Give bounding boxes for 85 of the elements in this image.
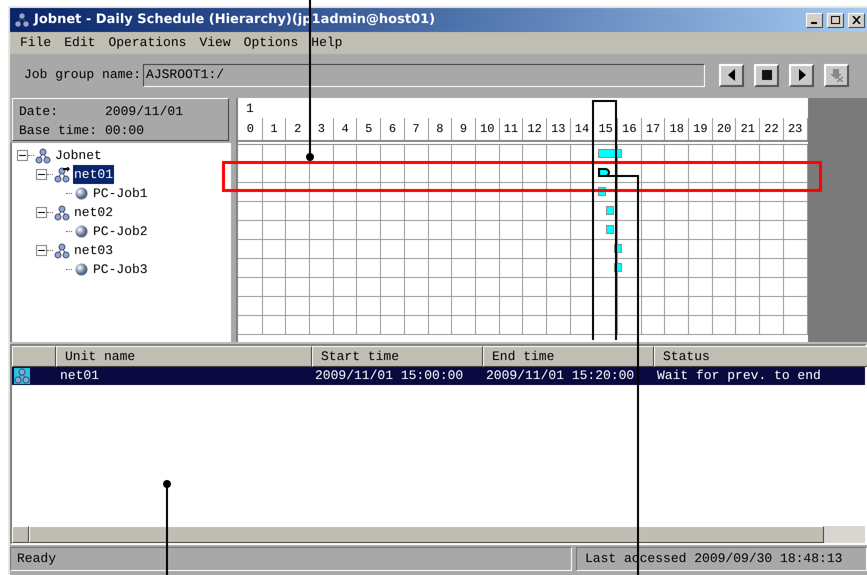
hour-label: 7 [404, 118, 428, 140]
collapse-toggle[interactable] [36, 245, 47, 256]
date-value: 2009/11/01 [105, 103, 184, 121]
field-label: Job group name: [24, 66, 142, 84]
hour-label: 18 [665, 118, 690, 140]
hour-label: 14 [570, 118, 594, 140]
network-arrow-icon [54, 166, 70, 182]
menu-item[interactable]: Options [244, 33, 298, 53]
schedule-bar[interactable] [598, 149, 622, 158]
menu-item[interactable]: Help [311, 33, 342, 53]
column-header[interactable] [12, 346, 56, 367]
hour-label: 5 [357, 118, 382, 140]
minus-icon [38, 171, 45, 178]
collapse-toggle[interactable] [36, 207, 47, 218]
hour-label: 4 [334, 118, 358, 140]
hour-label: 22 [760, 118, 784, 140]
menu-item[interactable]: View [199, 33, 231, 53]
hour-label: 15 [594, 118, 618, 140]
hour-label: 9 [452, 118, 476, 140]
hour-label: 8 [428, 118, 452, 140]
minus-icon [38, 209, 45, 216]
horizontal-scrollbar[interactable] [12, 526, 865, 543]
network-icon [54, 242, 70, 258]
close-button[interactable] [848, 12, 865, 28]
hour-label: 10 [476, 118, 500, 140]
minus-icon [38, 247, 45, 254]
list-row[interactable]: net01 2009/11/01 15:00:00 2009/11/01 15:20:00 Wait for prev. to end [12, 367, 865, 385]
table-cell-text: 2009/11/01 15:20:00 [485, 367, 636, 386]
hour-label: 21 [736, 118, 760, 140]
schedule-bar[interactable] [598, 168, 610, 177]
menu-item[interactable]: Edit [64, 33, 96, 53]
collapse-toggle[interactable] [17, 150, 28, 161]
tree-item[interactable]: net03 [73, 240, 114, 260]
hour-label: 12 [523, 118, 547, 140]
export-button[interactable] [824, 64, 850, 86]
column-header[interactable]: Status [654, 346, 867, 367]
hour-label: 13 [546, 118, 571, 140]
column-header[interactable]: End time [483, 346, 654, 367]
day-label: 1 [246, 100, 254, 118]
minus-icon [19, 152, 26, 159]
menu-item[interactable]: Operations [108, 33, 186, 53]
right-triangle-button[interactable] [789, 64, 814, 86]
tree-item[interactable]: PC-Job2 [92, 222, 149, 242]
tree-item[interactable]: Jobnet [54, 146, 103, 166]
left-triangle-button[interactable] [719, 64, 744, 86]
network-icon [14, 12, 30, 28]
export-icon [830, 68, 844, 82]
base-time-value: 00:00 [105, 122, 146, 140]
collapse-toggle[interactable] [36, 169, 47, 180]
network-icon [54, 204, 70, 220]
hour-label: 19 [689, 118, 713, 140]
stop-button[interactable] [754, 64, 780, 86]
tree-item[interactable]: PC-Job1 [92, 184, 149, 204]
hour-label: 3 [310, 118, 334, 140]
menu-item[interactable]: File [20, 33, 52, 53]
sphere-icon [74, 225, 88, 238]
stop-icon [760, 68, 774, 82]
hour-label: 6 [381, 118, 405, 140]
hour-label: 1 [262, 118, 286, 140]
date-label: Date: [19, 103, 60, 121]
job-group-field[interactable]: AJSROOT1:/ [143, 64, 706, 86]
tree-item[interactable]: net02 [73, 202, 114, 222]
column-header[interactable]: Start time [312, 346, 483, 367]
maximize-button[interactable] [827, 12, 844, 28]
hour-label: 20 [712, 118, 736, 140]
hour-label: 0 [239, 118, 263, 140]
minimize-button[interactable] [806, 12, 823, 28]
table-cell-text: 2009/11/01 15:00:00 [314, 367, 464, 386]
hour-label: 17 [642, 118, 666, 140]
base-time-label: Base time: [19, 122, 98, 140]
status-message: Ready [10, 547, 572, 571]
sphere-icon [74, 263, 88, 276]
network-icon [14, 368, 30, 384]
hour-label: 2 [286, 118, 310, 140]
hour-label: 16 [618, 118, 642, 140]
table-cell-text: net01 [59, 367, 100, 386]
sphere-icon [74, 187, 88, 200]
tree-item[interactable]: PC-Job3 [92, 260, 149, 280]
close-icon [852, 16, 861, 24]
tree-item[interactable]: net01 [73, 164, 114, 184]
column-header[interactable]: Unit name [56, 346, 312, 367]
maximize-icon [831, 16, 840, 24]
table-cell-text: Wait for prev. to end [656, 367, 821, 386]
hour-label: 11 [500, 118, 524, 140]
network-icon [35, 148, 51, 164]
